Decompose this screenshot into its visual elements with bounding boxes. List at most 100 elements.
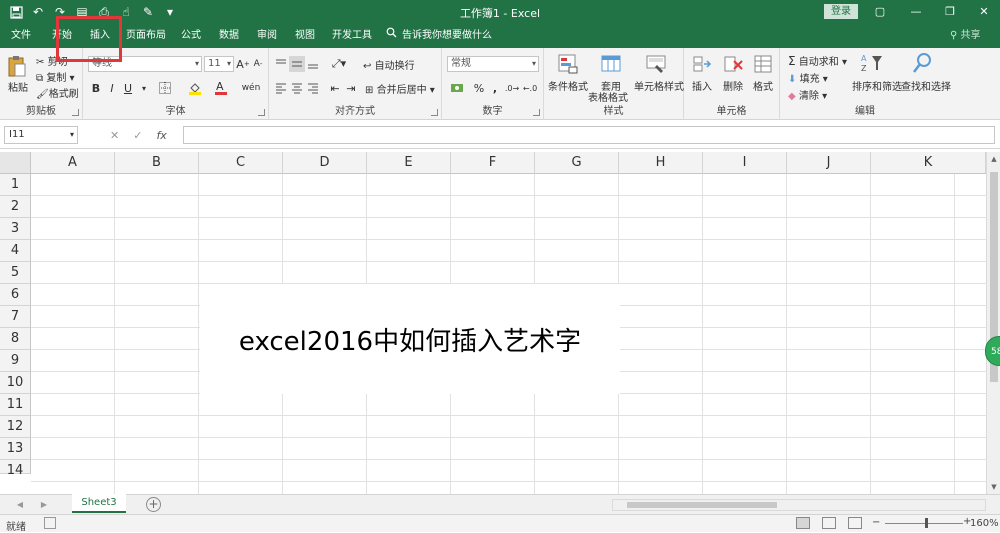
number-launcher-icon[interactable]: [533, 109, 540, 116]
row-header-4[interactable]: 4: [0, 240, 31, 262]
row-header-11[interactable]: 11: [0, 394, 31, 416]
borders-icon[interactable]: [155, 80, 175, 96]
restore-button[interactable]: ❐: [938, 2, 962, 22]
login-button[interactable]: 登录: [824, 4, 858, 19]
tab-view[interactable]: 视图: [290, 24, 320, 48]
decrease-decimal-icon[interactable]: ←.0: [522, 80, 538, 96]
page-layout-view-icon[interactable]: [822, 517, 836, 529]
merge-center-button[interactable]: ⊞ 合并后居中 ▾: [365, 81, 435, 96]
align-right-icon[interactable]: [305, 80, 321, 96]
zoom-slider-track[interactable]: [885, 523, 963, 524]
row-header-7[interactable]: 7: [0, 306, 31, 328]
autosum-button[interactable]: Σ 自动求和 ▾: [788, 53, 847, 68]
font-size-select[interactable]: 11 ▾: [204, 56, 234, 72]
copy-button[interactable]: ⧉ 复制 ▾: [36, 69, 75, 84]
enter-formula-icon[interactable]: ✓: [133, 129, 142, 142]
find-select-icon[interactable]: [912, 52, 936, 74]
cell-styles-icon[interactable]: [645, 53, 669, 75]
zoom-out-icon[interactable]: −: [872, 517, 880, 528]
orientation-icon[interactable]: ⤢▾: [329, 56, 349, 72]
align-center-icon[interactable]: [289, 80, 305, 96]
comma-style-button[interactable]: ,: [488, 80, 502, 96]
tab-formulas[interactable]: 公式: [176, 24, 206, 48]
align-bottom-icon[interactable]: [305, 56, 321, 72]
increase-decimal-icon[interactable]: .0→: [504, 80, 520, 96]
sheet-prev-icon[interactable]: ◀: [14, 498, 26, 512]
scroll-up-icon[interactable]: ▲: [987, 152, 1000, 166]
cell-styles-label[interactable]: 单元格样式: [634, 78, 684, 93]
sheet-tab-sheet3[interactable]: Sheet3: [72, 494, 126, 513]
cancel-formula-icon[interactable]: ✕: [110, 129, 119, 142]
save-icon[interactable]: [8, 4, 24, 20]
row-header-5[interactable]: 5: [0, 262, 31, 284]
decrease-font-icon[interactable]: A-: [251, 56, 265, 72]
conditional-formatting-icon[interactable]: [557, 53, 581, 75]
number-format-select[interactable]: 常规 ▾: [447, 56, 539, 72]
row-header-6[interactable]: 6: [0, 284, 31, 306]
tab-review[interactable]: 审阅: [252, 24, 282, 48]
tab-page-layout[interactable]: 页面布局: [122, 24, 170, 48]
underline-button[interactable]: U: [121, 80, 135, 96]
draw-icon[interactable]: ✎: [140, 4, 156, 20]
formula-input[interactable]: [183, 126, 995, 144]
undo-icon[interactable]: ↶: [30, 4, 46, 20]
align-left-icon[interactable]: [273, 80, 289, 96]
underline-dropdown-icon[interactable]: ▾: [139, 80, 149, 96]
column-header-c[interactable]: C: [199, 152, 283, 174]
row-header-9[interactable]: 9: [0, 350, 31, 372]
delete-cells-icon[interactable]: [722, 53, 746, 75]
column-header-k[interactable]: K: [871, 152, 986, 174]
fill-button[interactable]: ⬇ 填充 ▾: [788, 70, 828, 85]
find-select-label[interactable]: 查找和选择: [901, 78, 951, 93]
conditional-formatting-label[interactable]: 条件格式: [548, 78, 588, 93]
paste-icon[interactable]: [7, 54, 31, 77]
column-header-j[interactable]: J: [787, 152, 871, 174]
format-as-table-icon[interactable]: [600, 53, 624, 75]
row-header-10[interactable]: 10: [0, 372, 31, 394]
decrease-indent-icon[interactable]: ⇤: [327, 80, 343, 96]
currency-icon[interactable]: [446, 80, 468, 96]
close-button[interactable]: ✕: [972, 2, 996, 22]
tab-developer[interactable]: 开发工具: [328, 24, 376, 48]
select-all-corner[interactable]: [0, 152, 31, 174]
share-button[interactable]: ⚲ 共享: [950, 24, 981, 48]
zoom-level[interactable]: 160%: [970, 518, 999, 529]
tell-me-box[interactable]: 告诉我你想要做什么: [386, 24, 492, 48]
format-cells-label[interactable]: 格式: [753, 78, 773, 93]
sort-filter-label[interactable]: 排序和筛选: [852, 78, 902, 93]
tab-file[interactable]: 文件: [6, 24, 36, 48]
row-header-14[interactable]: 14: [0, 460, 31, 478]
paste-label[interactable]: 粘贴: [8, 79, 28, 94]
ribbon-display-options-icon[interactable]: ▢: [868, 2, 892, 22]
clipboard-launcher-icon[interactable]: [72, 109, 79, 116]
column-header-a[interactable]: A: [31, 152, 115, 174]
row-header-8[interactable]: 8: [0, 328, 31, 350]
bold-button[interactable]: B: [89, 80, 103, 96]
insert-cells-label[interactable]: 插入: [692, 78, 712, 93]
column-header-e[interactable]: E: [367, 152, 451, 174]
row-header-2[interactable]: 2: [0, 196, 31, 218]
vertical-scrollbar[interactable]: ▲ ▼: [986, 152, 1000, 494]
normal-view-icon[interactable]: [796, 517, 810, 529]
column-header-i[interactable]: I: [703, 152, 787, 174]
increase-font-icon[interactable]: A +: [236, 56, 250, 72]
tab-data[interactable]: 数据: [214, 24, 244, 48]
italic-button[interactable]: I: [105, 80, 119, 96]
row-header-3[interactable]: 3: [0, 218, 31, 240]
customize-qat-icon[interactable]: ▾: [162, 4, 178, 20]
font-color-icon[interactable]: A: [211, 79, 231, 97]
font-launcher-icon[interactable]: [258, 109, 265, 116]
wrap-text-button[interactable]: ↩ 自动换行: [363, 57, 415, 72]
column-header-h[interactable]: H: [619, 152, 703, 174]
fill-color-icon[interactable]: [185, 80, 205, 96]
sheet-next-icon[interactable]: ▶: [38, 498, 50, 512]
row-header-1[interactable]: 1: [0, 174, 31, 196]
macro-record-icon[interactable]: [44, 517, 56, 529]
format-cells-icon[interactable]: [752, 53, 776, 75]
column-header-b[interactable]: B: [115, 152, 199, 174]
column-header-d[interactable]: D: [283, 152, 367, 174]
alignment-launcher-icon[interactable]: [431, 109, 438, 116]
phonetic-icon[interactable]: wén: [241, 80, 261, 96]
delete-cells-label[interactable]: 删除: [723, 78, 743, 93]
minimize-button[interactable]: —: [904, 2, 928, 22]
